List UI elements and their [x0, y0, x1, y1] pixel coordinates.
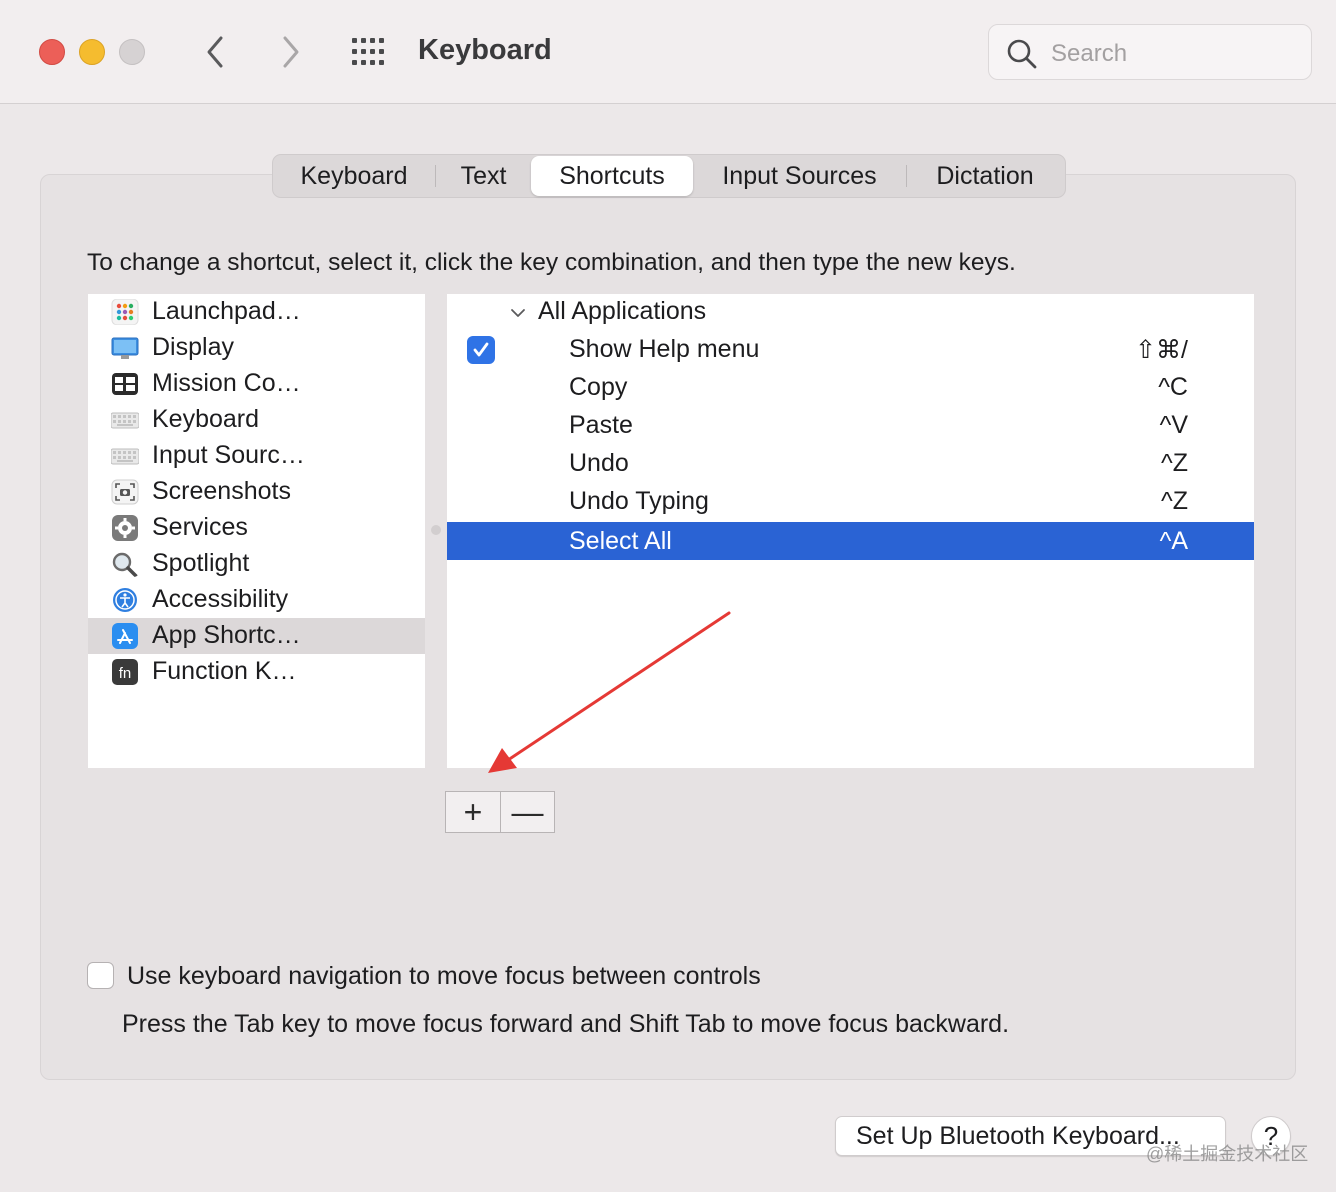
- add-shortcut-button[interactable]: +: [446, 792, 500, 832]
- input-sources-icon: [111, 448, 139, 465]
- services-gear-icon: [112, 515, 138, 541]
- category-mission-control[interactable]: Mission Co…: [88, 366, 425, 402]
- button-label: Set Up Bluetooth Keyboard...: [856, 1122, 1180, 1150]
- app-store-icon: [112, 623, 138, 649]
- shortcut-keys[interactable]: ^C: [1158, 373, 1188, 402]
- spotlight-magnifier-icon: [112, 552, 138, 577]
- tab-input-sources[interactable]: Input Sources: [693, 156, 906, 196]
- category-function-keys[interactable]: fn Function K…: [88, 654, 425, 690]
- category-screenshots[interactable]: Screenshots: [88, 474, 425, 510]
- zoom-window-button[interactable]: [119, 39, 145, 65]
- shortcut-row[interactable]: Undo ^Z: [447, 444, 1254, 482]
- chevron-left-icon: [207, 36, 223, 68]
- category-label: Spotlight: [152, 549, 250, 577]
- category-keyboard[interactable]: Keyboard: [88, 402, 425, 438]
- grid-icon: [352, 38, 384, 65]
- shortcut-name: Copy: [569, 373, 628, 401]
- category-list[interactable]: Launchpad… Display Mission Co… Keyboard …: [88, 294, 425, 768]
- shortcut-keys[interactable]: ⇧⌘/: [1135, 335, 1188, 365]
- chevron-down-icon[interactable]: [509, 304, 527, 322]
- keyboard-preferences-window: Keyboard Search Keyboard Text Shortcuts …: [0, 0, 1336, 1192]
- category-app-shortcuts[interactable]: App Shortc…: [88, 618, 425, 654]
- category-label: App Shortc…: [152, 621, 301, 649]
- shortcut-row[interactable]: Show Help menu ⇧⌘/: [447, 330, 1254, 368]
- split-view-divider-handle[interactable]: [431, 525, 441, 535]
- svg-text:fn: fn: [119, 665, 132, 682]
- search-placeholder: Search: [1051, 40, 1128, 67]
- category-spotlight[interactable]: Spotlight: [88, 546, 425, 582]
- keyboard-navigation-label[interactable]: Use keyboard navigation to move focus be…: [127, 962, 761, 991]
- show-all-button[interactable]: [350, 36, 390, 68]
- keyboard-navigation-checkbox[interactable]: [87, 962, 114, 989]
- keyboard-icon: [111, 412, 139, 429]
- tab-text[interactable]: Text: [436, 156, 531, 196]
- shortcut-keys[interactable]: ^A: [1160, 527, 1188, 556]
- shortcut-row[interactable]: Paste ^V: [447, 406, 1254, 444]
- shortcut-row[interactable]: Undo Typing ^Z: [447, 482, 1254, 520]
- group-label: All Applications: [538, 297, 707, 325]
- display-icon: [111, 337, 139, 359]
- forward-button[interactable]: [270, 30, 310, 74]
- add-remove-segmented-control: + —: [445, 791, 555, 833]
- category-label: Services: [152, 513, 248, 541]
- category-services[interactable]: Services: [88, 510, 425, 546]
- category-label: Screenshots: [152, 477, 291, 505]
- shortcut-name: Show Help menu: [569, 335, 760, 363]
- checkmark-icon: [473, 342, 489, 357]
- close-window-button[interactable]: [39, 39, 65, 65]
- shortcut-name: Undo Typing: [569, 487, 709, 515]
- tab-keyboard[interactable]: Keyboard: [273, 156, 435, 196]
- launchpad-icon: [111, 299, 139, 325]
- group-all-applications[interactable]: All Applications: [447, 294, 1254, 330]
- minimize-window-button[interactable]: [79, 39, 105, 65]
- keyboard-navigation-hint: Press the Tab key to move focus forward …: [122, 1010, 1010, 1038]
- window-title: Keyboard: [418, 34, 552, 66]
- shortcut-keys[interactable]: ^Z: [1161, 487, 1188, 516]
- screenshots-icon: [111, 479, 139, 505]
- fn-key-icon: fn: [112, 659, 138, 685]
- category-label: Launchpad…: [152, 297, 301, 325]
- search-icon: [1007, 39, 1037, 69]
- accessibility-icon: [113, 588, 137, 612]
- shortcuts-list[interactable]: All Applications Show Help menu ⇧⌘/ Copy…: [447, 294, 1254, 768]
- shortcut-row[interactable]: Copy ^C: [447, 368, 1254, 406]
- search-field[interactable]: Search: [988, 24, 1312, 80]
- category-accessibility[interactable]: Accessibility: [88, 582, 425, 618]
- mission-control-icon: [112, 373, 138, 395]
- instructions-text: To change a shortcut, select it, click t…: [87, 249, 1016, 276]
- category-label: Display: [152, 333, 234, 361]
- category-label: Mission Co…: [152, 369, 301, 397]
- shortcut-enabled-checkbox[interactable]: [467, 336, 495, 364]
- category-label: Accessibility: [152, 585, 289, 613]
- watermark: @稀土掘金技术社区: [1146, 1144, 1309, 1164]
- tab-bar: Keyboard Text Shortcuts Input Sources Di…: [272, 154, 1066, 198]
- tab-shortcuts[interactable]: Shortcuts: [531, 156, 693, 196]
- category-label: Input Sourc…: [152, 441, 305, 469]
- shortcut-row-selected[interactable]: Select All ^A: [447, 522, 1254, 560]
- shortcut-name: Paste: [569, 411, 633, 439]
- category-launchpad[interactable]: Launchpad…: [88, 294, 425, 330]
- tab-dictation[interactable]: Dictation: [907, 156, 1063, 196]
- shortcut-name: Undo: [569, 449, 629, 477]
- category-display[interactable]: Display: [88, 330, 425, 366]
- category-label: Keyboard: [152, 405, 260, 433]
- shortcut-keys[interactable]: ^V: [1160, 411, 1188, 440]
- title-bar: Keyboard Search: [0, 0, 1336, 104]
- back-button[interactable]: [196, 30, 236, 74]
- category-input-sources[interactable]: Input Sourc…: [88, 438, 425, 474]
- remove-shortcut-button[interactable]: —: [499, 792, 554, 832]
- shortcut-keys[interactable]: ^Z: [1161, 449, 1188, 478]
- category-label: Function K…: [152, 657, 297, 685]
- shortcut-name: Select All: [569, 527, 672, 555]
- chevron-right-icon: [283, 36, 299, 68]
